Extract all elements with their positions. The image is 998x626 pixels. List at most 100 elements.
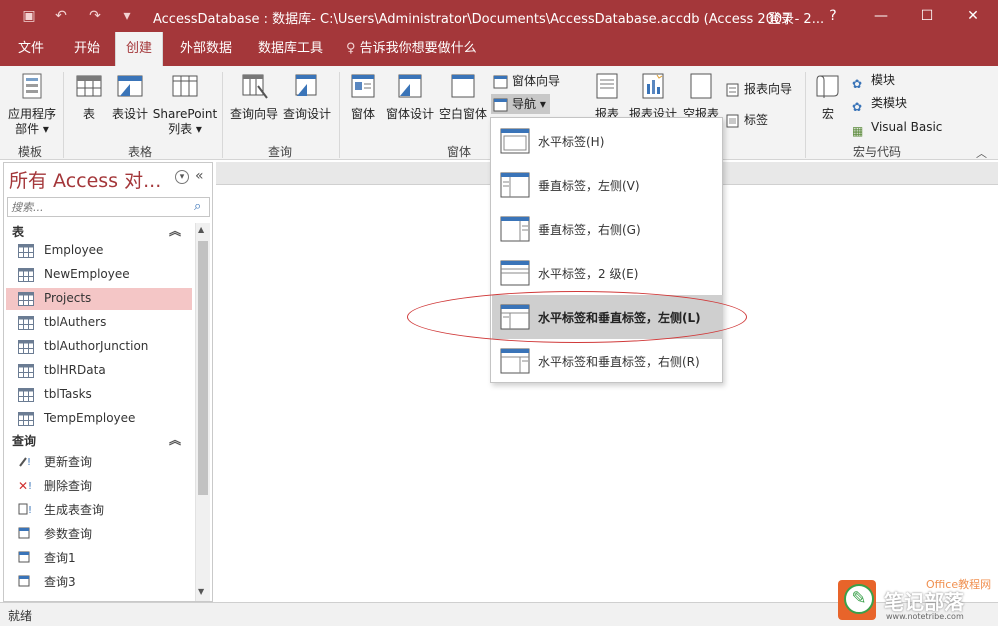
table-icon [18, 244, 34, 258]
lightbulb-icon: ♀ [346, 41, 356, 56]
table-design-button[interactable]: 表设计 [110, 72, 150, 122]
watermark: ✎ 笔记部落 Office教程网 www.notetribe.com [838, 578, 998, 624]
application-parts-button[interactable]: 应用程序 部件 ▾ [6, 72, 58, 137]
visual-basic-button[interactable]: ▦ Visual Basic [852, 117, 942, 138]
nav-item-label: tblAuthorJunction [44, 339, 149, 353]
scroll-up-icon[interactable]: ▲ [198, 225, 204, 234]
undo-icon[interactable]: ↶ [52, 7, 70, 25]
form-design-icon [398, 74, 422, 98]
save-icon[interactable]: ▣ [20, 7, 38, 25]
nav-item-label: tblTasks [44, 387, 92, 401]
customize-quick-access-icon[interactable]: ▾ [118, 7, 136, 25]
chevron-down-icon[interactable]: ▾ [175, 170, 189, 184]
report-wizard-button[interactable]: 报表向导 [725, 79, 792, 99]
query-design-button[interactable]: 查询设计 [282, 72, 332, 122]
redo-icon[interactable]: ↷ [86, 7, 104, 25]
nav-table-item[interactable]: tblTasks [6, 384, 192, 406]
tab-home[interactable]: 开始 [64, 32, 110, 66]
sharepoint-lists-button[interactable]: SharePoint 列表 ▾ [152, 72, 218, 137]
tab-file[interactable]: 文件 [8, 32, 54, 66]
table-icon [18, 316, 34, 330]
class-module-button[interactable]: ✿ 类模块 [852, 93, 907, 114]
make-table-query-icon: ! [18, 503, 32, 516]
nav-query-item[interactable]: 查询1 [6, 546, 192, 568]
blank-form-button[interactable]: 空白窗体 [438, 72, 488, 122]
form-wizard-button[interactable]: 窗体向导 [493, 71, 560, 91]
class-module-icon: ✿ [852, 99, 863, 114]
navigation-scrollbar[interactable]: ▲ ▼ [195, 223, 210, 601]
nav-item-label: 删除查询 [44, 479, 93, 493]
macro-button[interactable]: 宏 [813, 72, 843, 122]
nav-query-item[interactable]: 参数查询 [6, 522, 192, 544]
close-button[interactable]: ✕ [950, 0, 996, 32]
form-button[interactable]: 窗体 [347, 72, 379, 122]
nav-table-item[interactable]: TempEmployee [6, 408, 192, 430]
report-design-button[interactable]: 报表设计 [628, 72, 678, 122]
collapse-section-icon[interactable]: ︽ [169, 222, 181, 239]
collapse-ribbon-icon[interactable]: ︿ [976, 145, 987, 161]
report-icon [596, 73, 618, 99]
shutter-bar-close-icon[interactable]: « [195, 168, 204, 184]
navigation-layout-option[interactable]: 水平标签(H) [492, 119, 723, 163]
search-input[interactable] [8, 198, 188, 216]
nav-query-item[interactable]: ✕! 删除查询 [6, 474, 192, 496]
nav-query-item[interactable]: ! 更新查询 [6, 450, 192, 472]
group-label-templates: 模板 [18, 145, 43, 159]
nav-table-item[interactable]: tblAuthers [6, 312, 192, 334]
tab-create[interactable]: 创建 [115, 32, 164, 66]
nav-query-item[interactable]: 查询3 [6, 570, 192, 592]
nav-table-item[interactable]: tblAuthorJunction [6, 336, 192, 358]
macro-icon [816, 75, 839, 98]
section-header-queries[interactable]: 查询 ︽ [4, 430, 194, 450]
form-icon [351, 74, 375, 98]
query-design-icon [295, 74, 317, 96]
nav-item-label: 查询3 [44, 575, 76, 589]
ribbon-separator [63, 72, 64, 158]
search-icon[interactable]: ⌕ [194, 199, 201, 214]
module-button[interactable]: ✿ 模块 [852, 70, 895, 91]
help-button[interactable]: ? [810, 0, 856, 32]
scrollbar-thumb[interactable] [198, 241, 208, 495]
tab-external-data[interactable]: 外部数据 [170, 32, 242, 66]
nav-query-item[interactable]: ! 生成表查询 [6, 498, 192, 520]
navigation-icon [493, 98, 508, 111]
maximize-button[interactable]: ☐ [904, 0, 950, 32]
vertical-tabs-right-icon [500, 216, 530, 242]
nav-item-label: tblAuthers [44, 315, 107, 329]
nav-table-item[interactable]: tblHRData [6, 360, 192, 382]
nav-table-item[interactable]: Projects [6, 288, 192, 310]
tell-me-box[interactable]: ♀ 告诉我你想要做什么 [336, 32, 487, 66]
visual-basic-icon: ▦ [852, 123, 864, 138]
nav-item-label: tblHRData [44, 363, 106, 377]
blank-report-button[interactable]: 空报表 [682, 72, 720, 122]
labels-button[interactable]: 标签 [725, 110, 768, 130]
navigation-layout-option[interactable]: 垂直标签，右侧(G) [492, 207, 723, 251]
nav-item-label: 生成表查询 [44, 503, 105, 517]
section-header-tables[interactable]: 表 ︽ [4, 221, 194, 241]
update-query-icon: ! [19, 457, 31, 468]
login-link[interactable]: 登录 [768, 8, 794, 27]
tab-database-tools[interactable]: 数据库工具 [248, 32, 333, 66]
minimize-button[interactable]: — [858, 0, 904, 32]
navigation-layout-option[interactable]: 水平标签，2 级(E) [492, 251, 723, 295]
watermark-url: www.notetribe.com [886, 612, 964, 621]
navigation-dropdown-button[interactable]: 导航 ▾ [491, 94, 550, 114]
navigation-layout-option[interactable]: 垂直标签，左侧(V) [492, 163, 723, 207]
svg-text:!: ! [28, 505, 32, 516]
table-button[interactable]: 表 [72, 72, 106, 122]
navigation-pane-title[interactable]: 所有 Access 对... [9, 166, 161, 193]
table-icon [18, 292, 34, 306]
scroll-down-icon[interactable]: ▼ [198, 587, 204, 596]
pen-icon: ✎ [844, 584, 874, 614]
nav-table-item[interactable]: Employee [6, 240, 192, 262]
horizontal-tabs-2-levels-icon [500, 260, 530, 286]
group-label-macros-code: 宏与代码 [853, 145, 902, 159]
ribbon-separator [222, 72, 223, 158]
nav-table-item[interactable]: NewEmployee [6, 264, 192, 286]
report-button[interactable]: 报表 [592, 72, 622, 122]
navigation-layout-option[interactable]: 水平标签和垂直标签，右侧(R) [492, 339, 723, 383]
form-design-button[interactable]: 窗体设计 [384, 72, 436, 122]
collapse-section-icon[interactable]: ︽ [169, 431, 181, 448]
query-wizard-button[interactable]: 查询向导 [228, 72, 280, 122]
report-wizard-icon [726, 83, 739, 96]
